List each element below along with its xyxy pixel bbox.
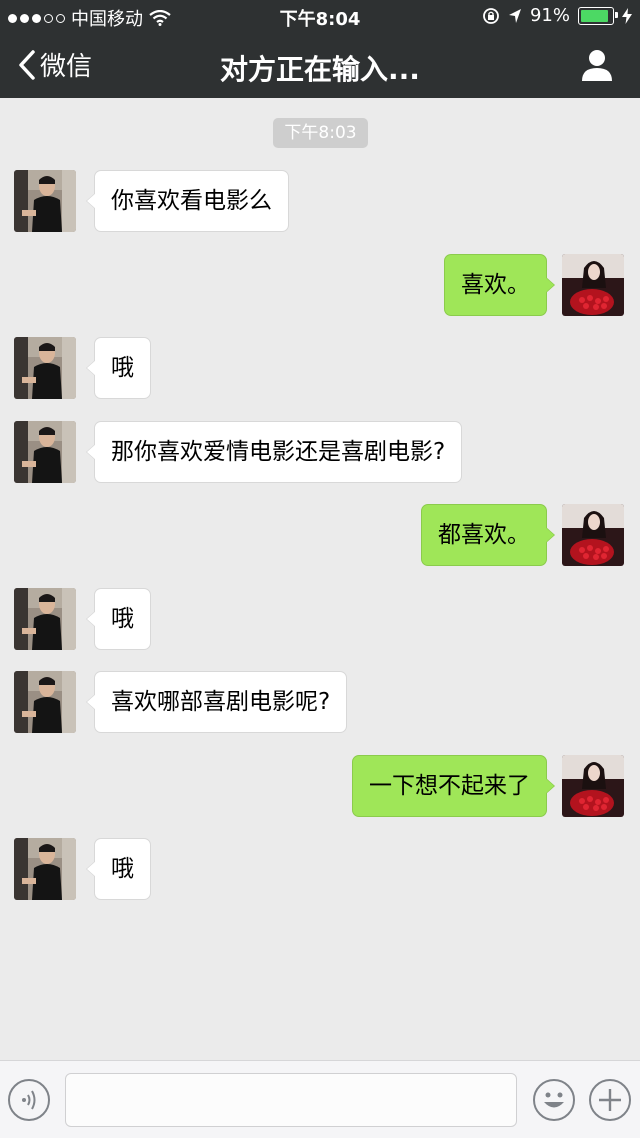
message-bubble-sent[interactable]: 喜欢。 (444, 254, 555, 316)
page-title: 对方正在输入... (220, 53, 420, 86)
message-bubble-received[interactable]: 那你喜欢爱情电影还是喜剧电影? (85, 421, 463, 483)
bolt-icon (622, 7, 632, 24)
message-bubble-received[interactable]: 哦 (86, 588, 151, 650)
message-bubble-received[interactable]: 你喜欢看电影么 (86, 170, 289, 232)
nav-bar: 微信 对方正在输入... (0, 32, 640, 98)
contact-avatar[interactable] (14, 170, 76, 232)
contact-avatar[interactable] (14, 588, 76, 650)
location-arrow-icon (508, 8, 521, 23)
contact-avatar[interactable] (14, 337, 76, 399)
contact-avatar[interactable] (14, 838, 76, 900)
battery-percent: 91% (529, 5, 570, 26)
message-bubble-sent[interactable]: 一下想不起来了 (352, 755, 555, 817)
message-bubble-sent[interactable]: 都喜欢。 (421, 504, 555, 566)
message-timestamp: 下午8:03 (273, 118, 368, 148)
plus-icon (599, 1089, 621, 1111)
top-bar: 中国移动 下午8:04 91% 微信 对方正在输入... (0, 0, 640, 98)
status-bar: 中国移动 下午8:04 91% (0, 0, 640, 32)
my-avatar[interactable] (562, 755, 624, 817)
voice-button[interactable] (8, 1079, 50, 1121)
voice-icon (22, 1090, 36, 1110)
contact-avatar[interactable] (14, 671, 76, 733)
emoji-button[interactable] (533, 1079, 575, 1121)
message-input[interactable] (65, 1073, 517, 1127)
contact-avatar[interactable] (14, 421, 76, 483)
message-bubble-received[interactable]: 哦 (86, 337, 151, 399)
emoji-icon (544, 1092, 564, 1108)
status-right: 91% (482, 5, 632, 26)
plus-button[interactable] (589, 1079, 631, 1121)
person-icon[interactable] (580, 48, 614, 82)
message-bubble-received[interactable]: 哦 (86, 838, 151, 900)
input-bar (0, 1060, 640, 1138)
my-avatar[interactable] (562, 254, 624, 316)
battery-icon (578, 6, 618, 25)
message-bubble-received[interactable]: 喜欢哪部喜剧电影呢? (85, 671, 348, 733)
rotation-lock-icon (483, 7, 499, 24)
my-avatar[interactable] (562, 504, 624, 566)
